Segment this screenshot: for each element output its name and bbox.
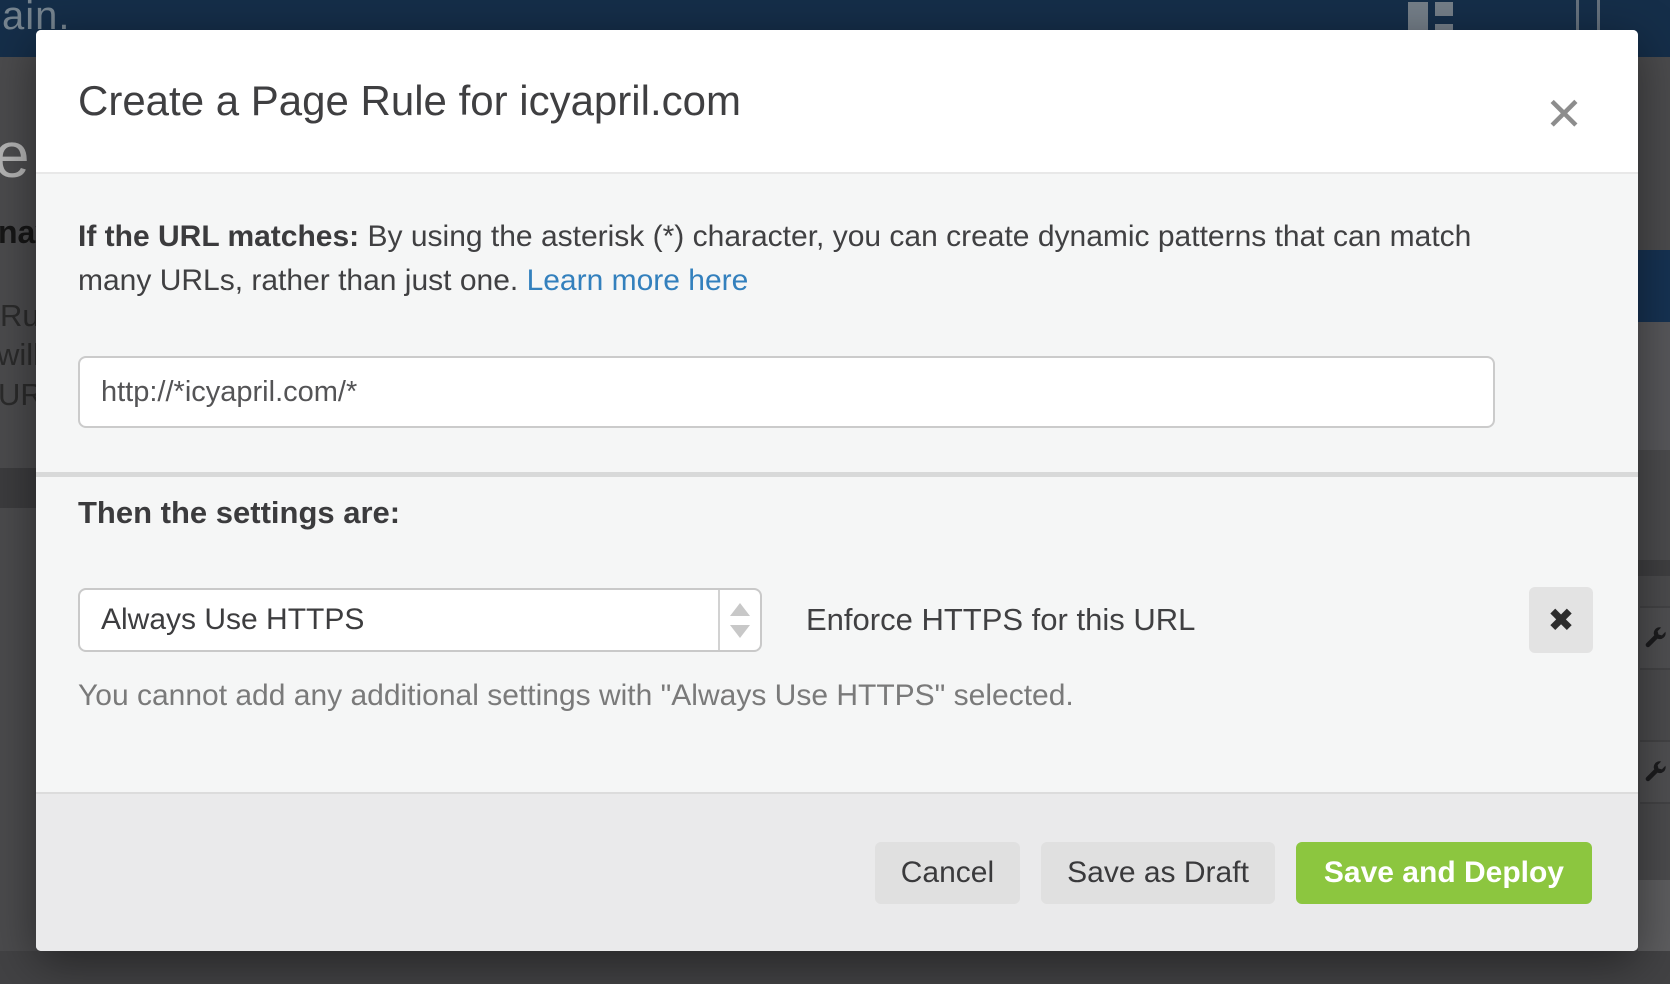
settings-section: Then the settings are: Always Use HTTPS … (36, 477, 1638, 792)
background-band (0, 951, 1670, 984)
remove-x-icon: ✖ (1548, 601, 1575, 639)
wrench-icon (1642, 759, 1668, 785)
cancel-button[interactable]: Cancel (875, 842, 1020, 904)
setting-row: Always Use HTTPS Enforce HTTPS for this … (78, 587, 1596, 653)
url-match-description: If the URL matches: By using the asteris… (78, 215, 1548, 303)
chevron-down-icon (730, 625, 750, 638)
modal-footer: Cancel Save as Draft Save and Deploy (36, 792, 1638, 951)
setting-select-value: Always Use HTTPS (80, 590, 718, 650)
background-wrench-button (1640, 740, 1670, 804)
url-pattern-input[interactable] (78, 356, 1495, 428)
background-band (1638, 560, 1670, 576)
settings-heading: Then the settings are: (78, 495, 1596, 531)
close-icon[interactable]: ✕ (1536, 86, 1592, 142)
chevron-up-icon (730, 603, 750, 616)
wrench-icon (1642, 625, 1668, 651)
url-match-label: If the URL matches: (78, 220, 359, 253)
background-band (1638, 880, 1670, 951)
background-text-fragment: Ru (0, 298, 40, 334)
modal-title: Create a Page Rule for icyapril.com (78, 77, 741, 125)
background-text-fragment: e (0, 118, 30, 192)
setting-select[interactable]: Always Use HTTPS (78, 588, 762, 652)
learn-more-link[interactable]: Learn more here (527, 264, 749, 297)
remove-setting-button[interactable]: ✖ (1529, 587, 1593, 653)
url-match-section: If the URL matches: By using the asteris… (36, 174, 1638, 472)
modal-header: Create a Page Rule for icyapril.com ✕ (36, 30, 1638, 174)
save-as-draft-button[interactable]: Save as Draft (1041, 842, 1275, 904)
select-spinner-icon[interactable] (718, 590, 760, 650)
settings-helper-text: You cannot add any additional settings w… (78, 679, 1596, 713)
background-band (1638, 322, 1670, 450)
background-blue-button-fragment (1638, 250, 1670, 322)
save-and-deploy-button[interactable]: Save and Deploy (1296, 842, 1592, 904)
background-text-fragment: will (0, 337, 40, 373)
create-page-rule-modal: Create a Page Rule for icyapril.com ✕ If… (36, 30, 1638, 951)
setting-description: Enforce HTTPS for this URL (806, 602, 1195, 638)
background-band (0, 468, 36, 508)
background-wrench-button (1640, 606, 1670, 670)
